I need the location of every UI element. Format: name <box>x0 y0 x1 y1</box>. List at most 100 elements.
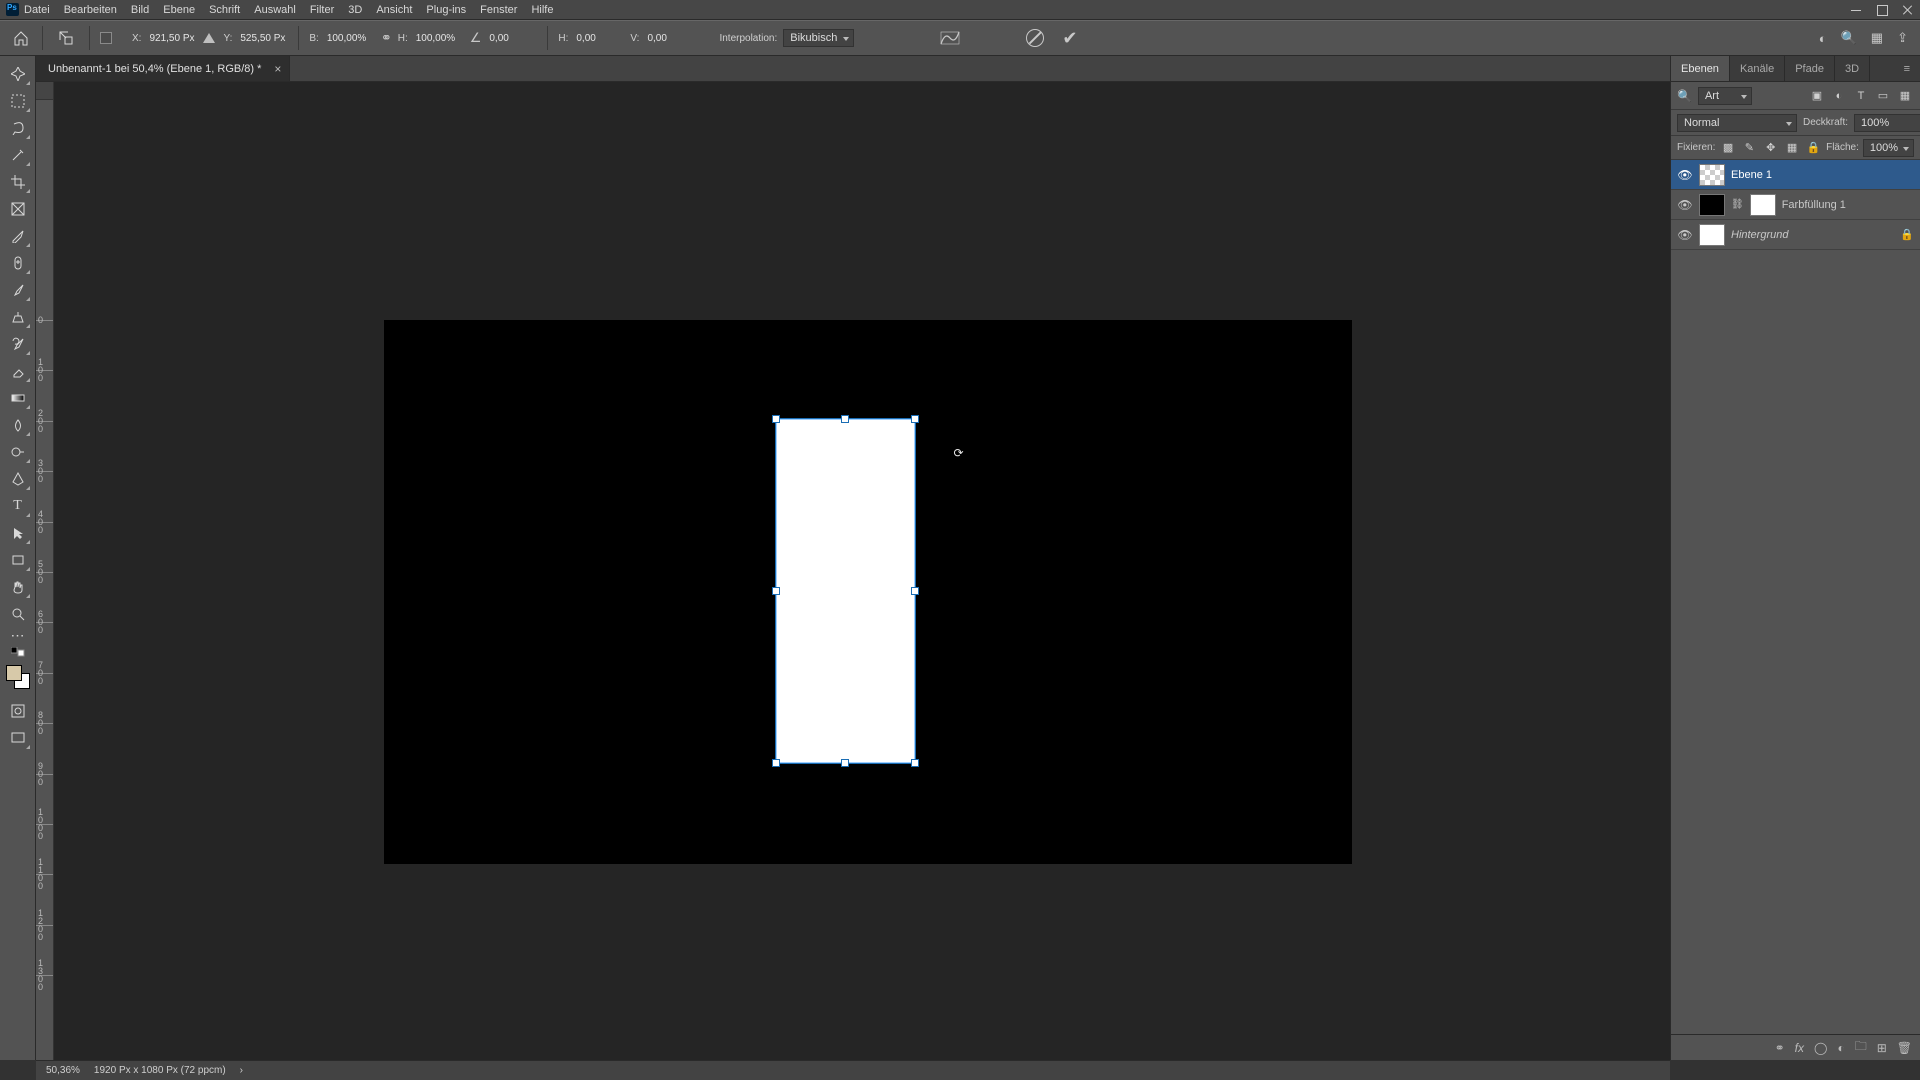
layer-search-icon[interactable]: 🔍 <box>1677 89 1692 103</box>
menu-edit[interactable]: Bearbeiten <box>64 4 117 16</box>
menu-layer[interactable]: Ebene <box>163 4 195 16</box>
fill-input[interactable]: 100% <box>1863 139 1914 157</box>
cloud-docs-icon[interactable]: ◐ <box>1819 31 1827 46</box>
menu-plugins[interactable]: Plug-ins <box>426 4 466 16</box>
toolbox-edit-icon[interactable] <box>4 643 32 661</box>
handle-tl[interactable] <box>772 415 780 423</box>
screenmode-icon[interactable] <box>4 724 32 751</box>
x-input[interactable]: 921,50 Px <box>147 32 197 45</box>
layer-name[interactable]: Hintergrund <box>1731 229 1788 241</box>
layer-group-icon[interactable]: 🗀 <box>1855 1037 1867 1058</box>
layer-thumbnail[interactable] <box>1699 164 1725 186</box>
menu-view[interactable]: Ansicht <box>376 4 412 16</box>
status-more-icon[interactable]: › <box>240 1065 243 1076</box>
transform-box[interactable] <box>775 418 916 763</box>
layer-fx-icon[interactable]: fx <box>1795 1041 1804 1055</box>
lock-pixels-icon[interactable]: ✎ <box>1741 139 1758 157</box>
height-input[interactable]: 100,00% <box>414 32 464 45</box>
handle-ml[interactable] <box>772 587 780 595</box>
tab-channels[interactable]: Kanäle <box>1730 56 1785 81</box>
handle-bl[interactable] <box>772 759 780 767</box>
reference-point-toggle[interactable] <box>100 32 112 44</box>
tab-paths[interactable]: Pfade <box>1785 56 1835 81</box>
brush-tool-icon[interactable] <box>4 276 32 303</box>
lock-all-icon[interactable]: 🔒 <box>1805 139 1822 157</box>
lock-artboard-icon[interactable]: ▦ <box>1783 139 1800 157</box>
handle-bc[interactable] <box>841 759 849 767</box>
layer-mask-icon[interactable]: ◯ <box>1814 1041 1827 1055</box>
filter-type-icon[interactable]: T <box>1852 87 1870 105</box>
layer-filter-select[interactable]: Art <box>1698 87 1752 105</box>
canvas[interactable]: ⟳ <box>54 100 1670 1060</box>
lock-position-icon[interactable]: ✥ <box>1762 139 1779 157</box>
panel-menu-icon[interactable]: ≡ <box>1894 56 1920 81</box>
blur-tool-icon[interactable] <box>4 411 32 438</box>
adjustment-layer-icon[interactable]: ◐ <box>1837 1041 1844 1055</box>
cancel-transform-icon[interactable] <box>1026 29 1044 47</box>
menu-filter[interactable]: Filter <box>310 4 334 16</box>
menu-select[interactable]: Auswahl <box>254 4 296 16</box>
close-tab-icon[interactable]: × <box>274 62 281 76</box>
y-input[interactable]: 525,50 Px <box>238 32 288 45</box>
lock-transparency-icon[interactable]: ▩ <box>1719 139 1736 157</box>
layer-thumbnail[interactable] <box>1699 224 1725 246</box>
delete-layer-icon[interactable]: 🗑 <box>1897 1041 1912 1055</box>
type-tool-icon[interactable]: T <box>4 492 32 519</box>
ruler-vertical[interactable]: 01 0 02 0 03 0 04 0 05 0 06 0 07 0 08 0 … <box>36 100 54 1060</box>
layer-visibility-icon[interactable]: 👁 <box>1677 167 1693 183</box>
transform-tool-icon[interactable] <box>53 27 79 49</box>
layer-mask-link-icon[interactable]: ⛓ <box>1731 199 1744 210</box>
pen-tool-icon[interactable] <box>4 465 32 492</box>
hand-tool-icon[interactable] <box>4 573 32 600</box>
new-layer-icon[interactable]: ⊞ <box>1877 1041 1887 1055</box>
crop-tool-icon[interactable] <box>4 168 32 195</box>
share-icon[interactable]: ⇪ <box>1897 30 1908 46</box>
layer-visibility-icon[interactable]: 👁 <box>1677 227 1693 243</box>
home-icon[interactable] <box>10 27 32 49</box>
toolbox-more-icon[interactable]: ⋯ <box>4 627 32 643</box>
foreground-color[interactable] <box>6 665 22 681</box>
layer-row[interactable]: 👁 Ebene 1 <box>1671 160 1920 190</box>
status-docinfo[interactable]: 1920 Px x 1080 Px (72 ppcm) <box>94 1065 226 1076</box>
filter-shape-icon[interactable]: ▭ <box>1874 87 1892 105</box>
handle-tr[interactable] <box>911 415 919 423</box>
menu-window[interactable]: Fenster <box>480 4 517 16</box>
layer-thumbnail[interactable] <box>1699 194 1725 216</box>
eraser-tool-icon[interactable] <box>4 357 32 384</box>
filter-adjust-icon[interactable]: ◐ <box>1830 87 1848 105</box>
link-layers-icon[interactable]: ⚭ <box>1775 1041 1785 1055</box>
healing-brush-tool-icon[interactable] <box>4 249 32 276</box>
tab-3d[interactable]: 3D <box>1835 56 1870 81</box>
layer-row[interactable]: 👁⛓Farbfüllung 1 <box>1671 190 1920 220</box>
layer-name[interactable]: Ebene 1 <box>1731 169 1772 181</box>
width-input[interactable]: 100,00% <box>325 32 375 45</box>
handle-br[interactable] <box>911 759 919 767</box>
color-swatches[interactable] <box>6 665 30 689</box>
filter-smart-icon[interactable]: ▦ <box>1896 87 1914 105</box>
dodge-tool-icon[interactable] <box>4 438 32 465</box>
opacity-input[interactable]: 100% <box>1854 114 1920 132</box>
workspace-icon[interactable]: ▦ <box>1871 30 1883 46</box>
layer-visibility-icon[interactable]: 👁 <box>1677 197 1693 213</box>
layer-mask-thumbnail[interactable] <box>1750 194 1776 216</box>
handle-tc[interactable] <box>841 415 849 423</box>
skew-v-input[interactable]: 0,00 <box>645 32 695 45</box>
eyedropper-tool-icon[interactable] <box>4 222 32 249</box>
rectangle-tool-icon[interactable] <box>4 546 32 573</box>
filter-pixel-icon[interactable]: ▣ <box>1808 87 1826 105</box>
marquee-tool-icon[interactable] <box>4 87 32 114</box>
magic-wand-tool-icon[interactable] <box>4 141 32 168</box>
handle-mr[interactable] <box>911 587 919 595</box>
frame-tool-icon[interactable] <box>4 195 32 222</box>
menu-image[interactable]: Bild <box>131 4 149 16</box>
commit-transform-icon[interactable]: ✔ <box>1062 28 1077 49</box>
search-icon[interactable]: 🔍 <box>1841 30 1857 46</box>
menu-file[interactable]: Datei <box>24 4 50 16</box>
interpolation-select[interactable]: Bikubisch <box>783 29 854 47</box>
lasso-tool-icon[interactable] <box>4 114 32 141</box>
blend-mode-select[interactable]: Normal <box>1677 114 1797 132</box>
menu-3d[interactable]: 3D <box>348 4 362 16</box>
quickmask-icon[interactable] <box>4 697 32 724</box>
layer-lock-icon[interactable]: 🔒 <box>1900 228 1914 241</box>
swap-xy-icon[interactable] <box>203 33 215 43</box>
